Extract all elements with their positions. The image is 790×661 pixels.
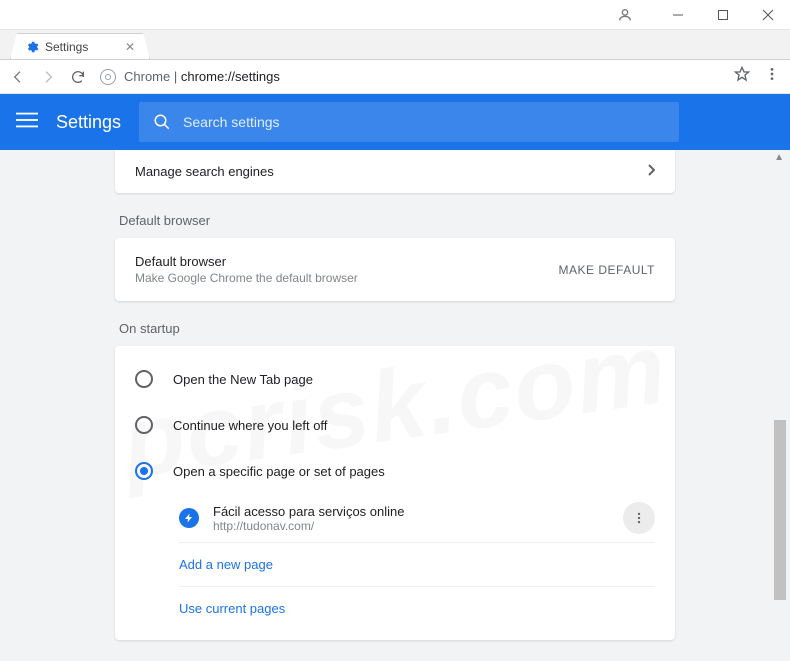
page-title: Settings	[56, 112, 121, 133]
radio-icon	[135, 370, 153, 388]
bookmark-star-icon[interactable]	[734, 66, 750, 87]
default-browser-card: Default browser Make Google Chrome the d…	[115, 238, 675, 301]
url-scheme: Chrome	[124, 69, 170, 84]
tab-title: Settings	[45, 40, 88, 54]
startup-page-url: http://tudonav.com/	[213, 519, 404, 533]
default-browser-section-label: Default browser	[119, 213, 675, 228]
browser-menu-icon[interactable]	[764, 66, 780, 87]
startup-option-continue[interactable]: Continue where you left off	[115, 402, 675, 448]
window-titlebar	[0, 0, 790, 30]
browser-toolbar: Chrome | chrome://settings	[0, 60, 790, 94]
startup-page-entry: Fácil acesso para serviços online http:/…	[179, 494, 655, 542]
close-button[interactable]	[745, 0, 790, 30]
startup-page-title: Fácil acesso para serviços online	[213, 504, 404, 519]
use-current-pages-link[interactable]: Use current pages	[179, 586, 655, 630]
startup-option-specific[interactable]: Open a specific page or set of pages	[115, 448, 675, 494]
tab-settings[interactable]: Settings ✕	[10, 33, 150, 59]
minimize-button[interactable]	[655, 0, 700, 30]
radio-icon-selected	[135, 462, 153, 480]
on-startup-section-label: On startup	[119, 321, 675, 336]
chevron-right-icon	[647, 164, 655, 179]
add-new-page-link[interactable]: Add a new page	[179, 542, 655, 586]
scroll-up-indicator[interactable]: ▲	[774, 152, 784, 163]
url-path: chrome://settings	[181, 69, 280, 84]
address-bar[interactable]: Chrome | chrome://settings	[100, 68, 720, 86]
maximize-button[interactable]	[700, 0, 745, 30]
radio-icon	[135, 416, 153, 434]
chrome-icon	[100, 69, 116, 85]
settings-header: Settings	[0, 94, 790, 150]
site-favicon	[179, 508, 199, 528]
radio-label: Open a specific page or set of pages	[173, 464, 385, 479]
make-default-button[interactable]: MAKE DEFAULT	[559, 263, 655, 277]
tab-strip: Settings ✕	[0, 30, 790, 60]
search-input[interactable]	[183, 114, 665, 130]
on-startup-card: Open the New Tab page Continue where you…	[115, 346, 675, 640]
gear-icon	[25, 40, 39, 54]
page-entry-menu-button[interactable]	[623, 502, 655, 534]
radio-label: Continue where you left off	[173, 418, 327, 433]
hamburger-menu-icon[interactable]	[16, 109, 38, 136]
default-browser-title: Default browser	[135, 254, 358, 269]
settings-content: pcrisk.com ▲ Manage search engines Defau…	[0, 150, 790, 661]
radio-label: Open the New Tab page	[173, 372, 313, 387]
manage-search-engines-label: Manage search engines	[135, 164, 274, 179]
default-browser-sub: Make Google Chrome the default browser	[135, 271, 358, 285]
manage-search-engines-row[interactable]: Manage search engines	[115, 150, 675, 193]
reload-button[interactable]	[70, 69, 86, 85]
startup-option-new-tab[interactable]: Open the New Tab page	[115, 356, 675, 402]
forward-button[interactable]	[40, 69, 56, 85]
back-button[interactable]	[10, 69, 26, 85]
search-icon	[153, 113, 171, 131]
tab-close-icon[interactable]: ✕	[125, 40, 135, 54]
scrollbar-thumb[interactable]	[774, 420, 786, 600]
account-icon[interactable]	[602, 0, 647, 30]
settings-search[interactable]	[139, 102, 679, 142]
